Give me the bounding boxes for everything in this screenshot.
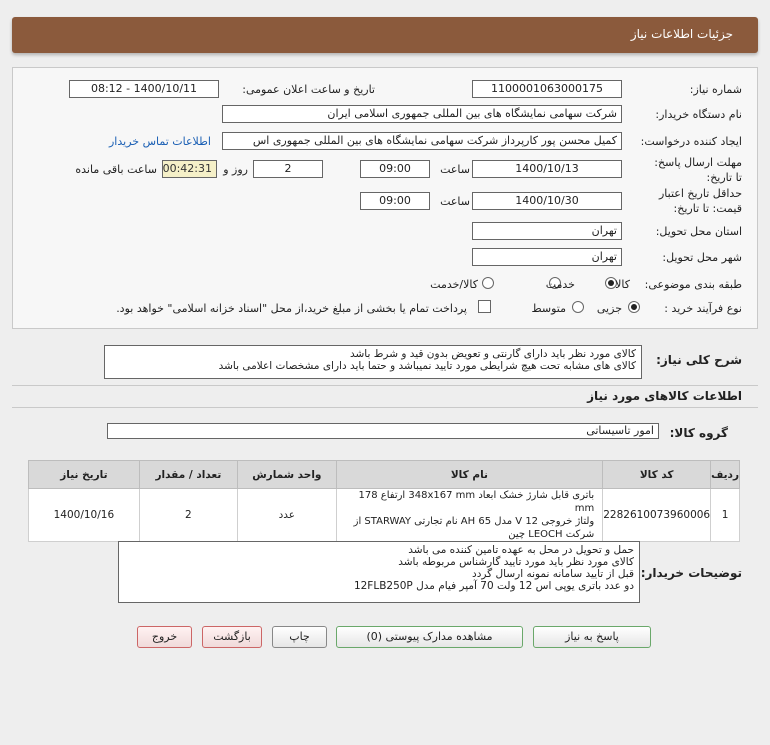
goods-table: ردیف کد کالا نام کالا واحد شمارش تعداد /… xyxy=(28,460,740,542)
remaining-label: ساعت باقی مانده xyxy=(75,163,157,176)
process-option-minor: جزیی xyxy=(596,302,622,315)
cell-name: باتری قابل شارژ خشک ابعاد 348x167 mm ارت… xyxy=(335,488,604,542)
province-label: استان محل تحویل: xyxy=(655,225,742,238)
goods-section-title: اطلاعات کالاهای مورد نیاز xyxy=(587,389,742,403)
col-header-code: کد کالا xyxy=(602,460,712,489)
validity-time-field: 09:00 xyxy=(360,192,430,210)
attachments-button[interactable]: مشاهده مدارک پیوستی (0) xyxy=(336,626,523,648)
col-header-date: تاریخ نیاز xyxy=(28,460,140,489)
page-title: جزئیات اطلاعات نیاز xyxy=(630,27,733,41)
treasury-payment-note: پرداخت تمام یا بخشی از مبلغ خرید،از محل … xyxy=(116,302,467,315)
goods-group-field: امور تاسیساتی xyxy=(107,423,659,439)
buyer-note-line: دو عدد باتری یوپی اس 12 ولت 70 آمپر فیام… xyxy=(353,580,634,592)
days-label: روز و xyxy=(223,163,248,176)
requester-label: ایجاد کننده درخواست: xyxy=(640,135,742,148)
buyer-notes-label: توضیحات خریدار: xyxy=(640,566,742,580)
cell-unit: عدد xyxy=(237,488,337,542)
buyer-note-line: قبل از تایید سامانه نمونه ارسال گردد xyxy=(472,568,634,580)
exit-button[interactable]: خروج xyxy=(137,626,192,648)
deadline-time-label: ساعت xyxy=(440,163,470,176)
buyer-org-label: نام دستگاه خریدار: xyxy=(655,108,742,121)
cell-qty: 2 xyxy=(138,488,239,542)
general-desc-line: کالای مورد نظر باید دارای گارنتی و تعویض… xyxy=(349,348,636,360)
category-option-goods: کالا xyxy=(615,278,630,291)
general-desc-line: کالای های مشابه تحت هیچ شرایطی مورد تایی… xyxy=(218,360,636,372)
goods-group-label: گروه کالا: xyxy=(669,426,728,440)
col-header-unit: واحد شمارش xyxy=(237,460,337,489)
buyer-notes-box: حمل و تحویل در محل به عهده تامین کننده م… xyxy=(118,541,640,603)
table-header-row: ردیف کد کالا نام کالا واحد شمارش تعداد /… xyxy=(28,460,740,489)
deadline-label: مهلت ارسال پاسخ: تا تاریخ: xyxy=(654,156,742,184)
cell-code: 2282610073960006 xyxy=(602,488,712,542)
section-divider xyxy=(12,407,758,408)
col-header-row-number: ردیف xyxy=(710,460,740,489)
category-label: طبقه بندی موضوعی: xyxy=(644,278,742,291)
cell-name-line: شرکت LEOCH چین xyxy=(508,529,595,540)
deadline-date-field: 1400/10/13 xyxy=(472,160,622,178)
time-remaining-field: 00:42:31 xyxy=(162,160,217,178)
category-option-goods-service: کالا/خدمت xyxy=(430,278,478,291)
general-desc-label: شرح کلی نیاز: xyxy=(656,353,742,367)
process-radio-minor[interactable] xyxy=(628,301,640,313)
process-label: نوع فرآیند خرید : xyxy=(664,302,742,315)
deadline-time-field: 09:00 xyxy=(360,160,430,178)
col-header-name: نام کالا xyxy=(335,460,604,489)
print-button[interactable]: چاپ xyxy=(272,626,327,648)
cell-name-line: باتری قابل شارژ خشک ابعاد 348x167 mm ارت… xyxy=(358,490,595,514)
section-divider xyxy=(12,385,758,386)
treasury-payment-checkbox[interactable] xyxy=(478,300,491,313)
city-field: تهران xyxy=(472,248,622,266)
announce-label: تاریخ و ساعت اعلان عمومی: xyxy=(242,83,375,96)
back-button[interactable]: بازگشت xyxy=(202,626,262,648)
cell-name-line: ولتاژ خروجی V 12 مدل AH 65 نام تجارتی ST… xyxy=(353,516,595,527)
process-radio-medium[interactable] xyxy=(572,301,584,313)
table-row: 1 2282610073960006 باتری قابل شارژ خشک ا… xyxy=(28,488,740,542)
cell-row-number: 1 xyxy=(710,488,740,542)
validity-label: حداقل تاریخ اعتبار قیمت: تا تاریخ: xyxy=(658,187,742,215)
process-option-medium: متوسط xyxy=(531,302,566,315)
announce-datetime-field: 1400/10/11 - 08:12 xyxy=(69,80,219,98)
need-number-label: شماره نیاز: xyxy=(689,83,742,96)
respond-button[interactable]: پاسخ به نیاز xyxy=(533,626,651,648)
buyer-note-line: حمل و تحویل در محل به عهده تامین کننده م… xyxy=(408,544,634,556)
requester-field: کمیل محسن پور کارپرداز شرکت سهامی نمایشگ… xyxy=(222,132,622,150)
validity-date-field: 1400/10/30 xyxy=(472,192,622,210)
buyer-note-line: کالای مورد نظر باید مورد تایید گارشناس م… xyxy=(398,556,634,568)
page-header: جزئیات اطلاعات نیاز xyxy=(12,17,758,53)
city-label: شهر محل تحویل: xyxy=(662,251,742,264)
category-radio-goods-service[interactable] xyxy=(482,277,494,289)
days-remaining-field: 2 xyxy=(253,160,323,178)
need-number-field: 1100001063000175 xyxy=(472,80,622,98)
col-header-qty: تعداد / مقدار xyxy=(138,460,239,489)
cell-date: 1400/10/16 xyxy=(28,488,140,542)
category-option-service: خدمت xyxy=(545,278,575,291)
province-field: تهران xyxy=(472,222,622,240)
buyer-contact-link[interactable]: اطلاعات تماس خریدار xyxy=(109,135,211,148)
general-desc-box: کالای مورد نظر باید دارای گارنتی و تعویض… xyxy=(104,345,642,379)
buyer-org-field: شرکت سهامی نمایشگاه های بین المللی جمهور… xyxy=(222,105,622,123)
validity-time-label: ساعت xyxy=(440,195,470,208)
